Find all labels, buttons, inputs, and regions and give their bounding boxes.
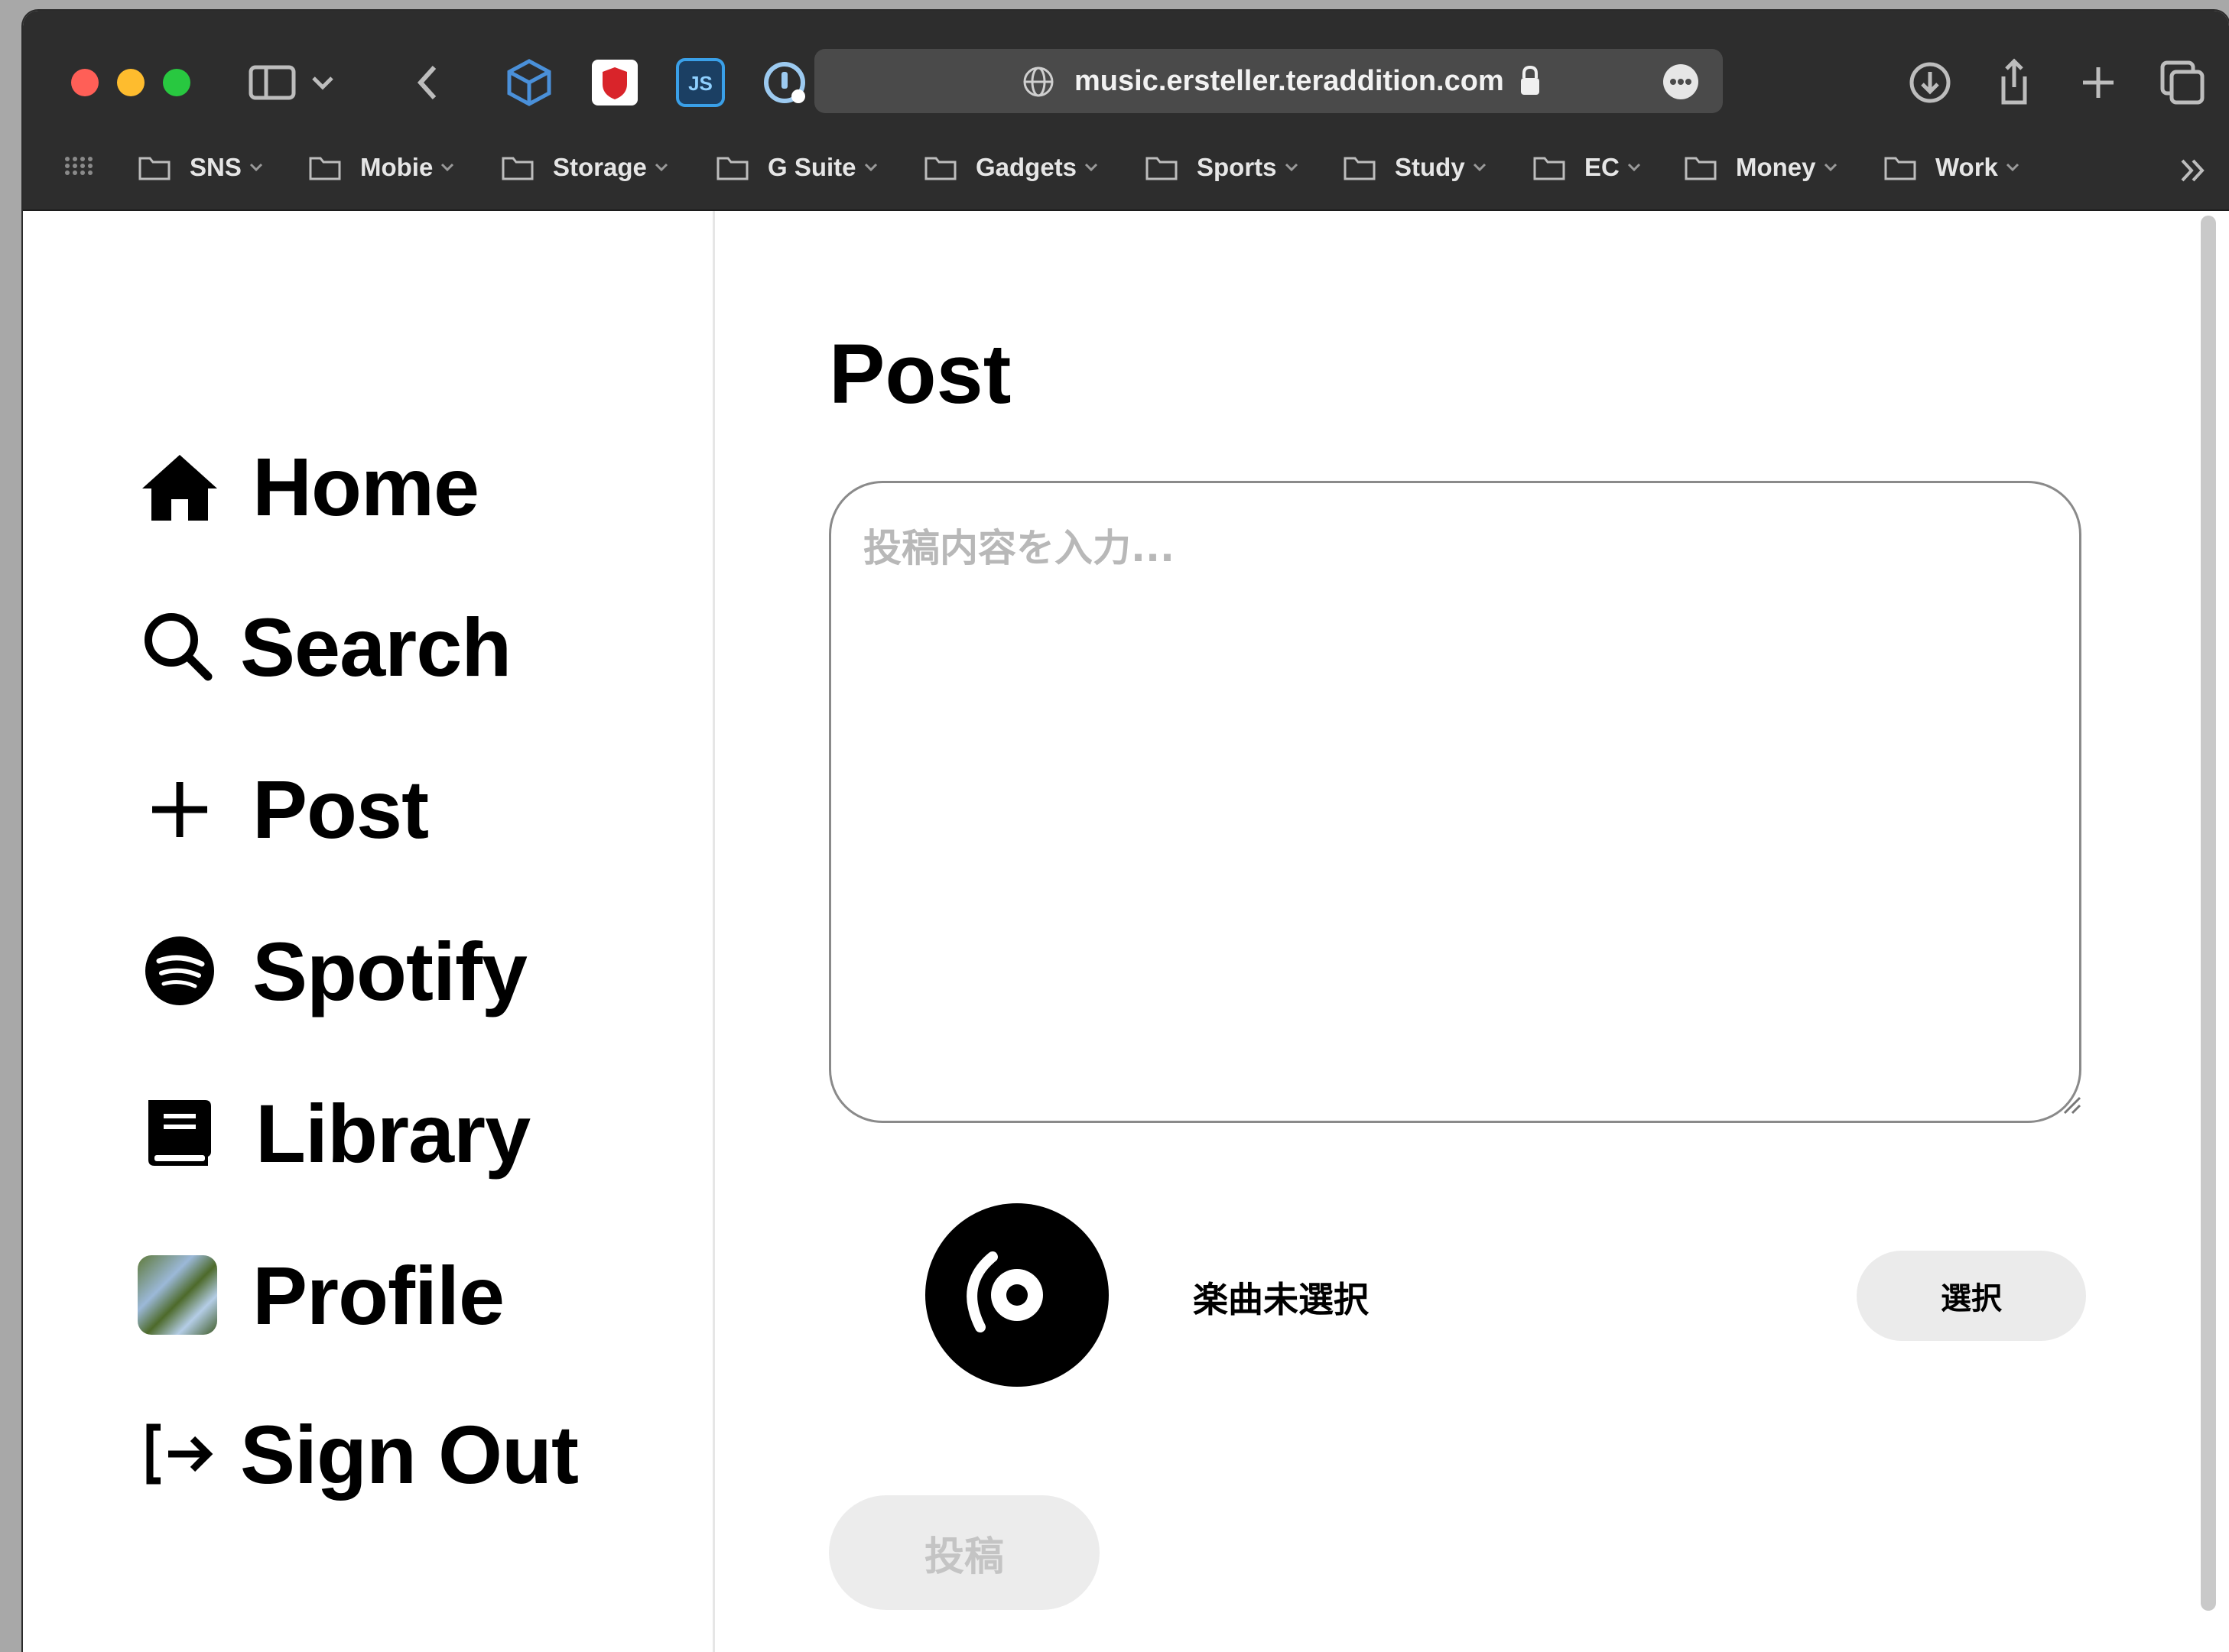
chevron-down-icon	[864, 163, 877, 172]
sidebar-item-label: Library	[255, 1086, 531, 1180]
share-icon[interactable]	[1985, 54, 2043, 112]
apps-grid-icon[interactable]	[60, 147, 98, 185]
bookmark-label: G Suite	[768, 153, 856, 181]
tab-overview-icon[interactable]	[2153, 54, 2211, 112]
browser-toolbar: JS music.ersteller.teraddition.com	[23, 11, 2229, 125]
bookmark-label: SNS	[190, 153, 242, 181]
globe-icon	[1019, 63, 1058, 101]
maximize-window-button[interactable]	[163, 69, 190, 96]
bookmark-folder-work[interactable]: Work	[1883, 144, 2019, 191]
folder-icon	[1533, 157, 1565, 180]
home-icon	[138, 444, 222, 528]
js-extension-icon[interactable]: JS	[671, 54, 729, 112]
sidebar-divider	[713, 211, 715, 1652]
search-icon	[138, 605, 222, 689]
bookmark-folder-sports[interactable]: Sports	[1145, 144, 1298, 191]
chevron-down-icon	[1627, 163, 1640, 172]
track-status: 楽曲未選択	[1193, 1279, 1369, 1320]
url-text: music.ersteller.teraddition.com	[1074, 65, 1504, 97]
chevron-down-icon	[1473, 163, 1486, 172]
bookmark-folder-ec[interactable]: EC	[1532, 144, 1641, 191]
sidebar-item-home[interactable]: Home	[138, 433, 479, 540]
page-title: Post	[829, 327, 1012, 421]
sidebar-item-post[interactable]: Post	[138, 755, 429, 862]
password-extension-icon[interactable]	[757, 54, 815, 112]
sidebar-item-label: Spotify	[252, 924, 528, 1017]
submit-post-button[interactable]: 投稿	[829, 1495, 1100, 1610]
cube-extension-icon[interactable]	[500, 54, 558, 112]
new-tab-icon[interactable]	[2069, 54, 2127, 112]
more-bookmarks-icon[interactable]	[2175, 151, 2213, 190]
sidebar-item-label: Search	[240, 600, 512, 693]
folder-icon	[502, 157, 534, 180]
bookmark-folder-money[interactable]: Money	[1684, 144, 1837, 191]
bookmark-label: EC	[1584, 153, 1620, 181]
address-bar[interactable]: music.ersteller.teraddition.com	[814, 49, 1723, 113]
chevron-down-icon	[1824, 163, 1837, 172]
download-icon[interactable]	[1901, 54, 1959, 112]
bookmark-folder-sns[interactable]: SNS	[138, 144, 263, 191]
shield-extension-icon[interactable]	[586, 54, 644, 112]
select-track-button[interactable]: 選択	[1857, 1251, 2086, 1341]
minimize-window-button[interactable]	[117, 69, 145, 96]
chevron-down-icon	[655, 163, 668, 172]
sidebar-item-label: Profile	[252, 1248, 505, 1342]
chevron-down-icon	[441, 163, 454, 172]
lock-icon	[1516, 64, 1544, 98]
sidebar-item-label: Home	[252, 440, 479, 533]
resize-handle-icon[interactable]	[2054, 1087, 2084, 1118]
sign-out-icon	[138, 1412, 222, 1496]
chevron-down-icon	[249, 163, 262, 172]
bookmark-folder-g-suite[interactable]: G Suite	[716, 144, 878, 191]
avatar	[138, 1255, 217, 1335]
folder-icon	[1884, 157, 1916, 180]
sidebar-item-sign-out[interactable]: Sign Out	[138, 1400, 579, 1508]
folder-icon	[138, 157, 171, 180]
sidebar-item-search[interactable]: Search	[138, 593, 512, 700]
sidebar-item-label: Sign Out	[240, 1407, 579, 1501]
bookmark-folder-study[interactable]: Study	[1343, 144, 1487, 191]
close-window-button[interactable]	[71, 69, 99, 96]
sidebar-item-profile[interactable]: Profile	[138, 1241, 505, 1349]
post-content-input[interactable]	[829, 481, 2081, 1123]
back-icon[interactable]	[410, 54, 448, 112]
bookmark-label: Gadgets	[976, 153, 1077, 181]
disc-icon	[925, 1203, 1109, 1387]
scrollbar[interactable]	[2201, 216, 2216, 1611]
sidebar-item-library[interactable]: Library	[138, 1079, 531, 1186]
bookmark-label: Sports	[1197, 153, 1277, 181]
page-content: Home Search Post Spotify Library Profile…	[23, 211, 2229, 1652]
bookmark-label: Storage	[553, 153, 647, 181]
spotify-icon	[138, 929, 222, 1013]
sidebar-item-spotify[interactable]: Spotify	[138, 917, 528, 1024]
chevron-down-icon	[1285, 163, 1298, 172]
bookmark-label: Mobie	[360, 153, 434, 181]
bookmark-label: Work	[1935, 153, 1998, 181]
browser-window: JS music.ersteller.teraddition.com SNS M…	[23, 11, 2229, 1652]
sidebar-item-label: Post	[252, 762, 429, 855]
folder-icon	[1685, 157, 1717, 180]
folder-icon	[309, 157, 341, 180]
chevron-down-icon	[2006, 163, 2019, 172]
chevron-down-icon[interactable]	[307, 54, 338, 112]
sidebar-toggle-icon[interactable]	[243, 54, 301, 112]
bookmark-folder-mobie[interactable]: Mobie	[308, 144, 454, 191]
more-options-icon[interactable]	[1662, 63, 1700, 101]
profile-avatar	[138, 1253, 222, 1337]
bookmark-folder-gadgets[interactable]: Gadgets	[924, 144, 1098, 191]
bookmark-label: Study	[1395, 153, 1465, 181]
chevron-down-icon	[1084, 163, 1098, 172]
book-icon	[138, 1091, 222, 1175]
plus-icon	[138, 767, 222, 851]
bookmark-label: Money	[1736, 153, 1816, 181]
folder-icon	[1344, 157, 1376, 180]
folder-icon	[1145, 157, 1178, 180]
svg-text:JS: JS	[688, 72, 713, 95]
folder-icon	[716, 157, 749, 180]
bookmark-folder-storage[interactable]: Storage	[501, 144, 668, 191]
folder-icon	[924, 157, 957, 180]
